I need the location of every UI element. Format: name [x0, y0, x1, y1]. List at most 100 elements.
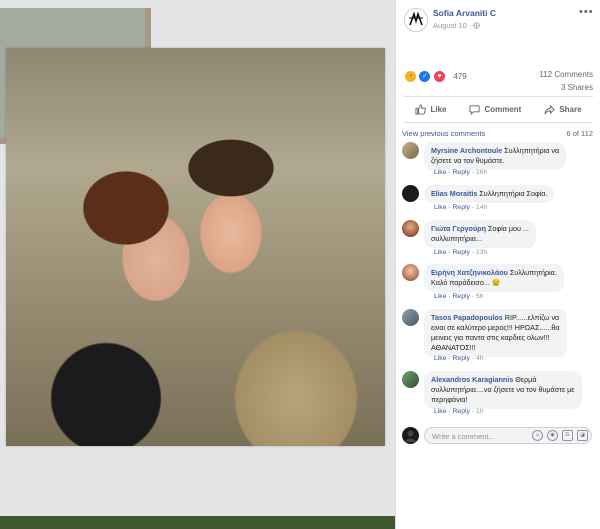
globe-icon	[473, 21, 481, 30]
commenter-avatar[interactable]	[402, 220, 419, 237]
gif-icon[interactable]: G	[562, 430, 573, 441]
like-button[interactable]: Like	[415, 103, 447, 115]
comment-like-link[interactable]: Like	[434, 293, 446, 300]
love-reaction-icon: ♥	[432, 70, 446, 84]
post-date[interactable]: August 10	[433, 21, 467, 30]
comment-text: Θερμά	[515, 375, 537, 384]
comment-text: συλλυπητήρια....να ζήσετε να τον θυμάστε…	[431, 385, 575, 394]
comment-text: Συλλυπητήρια.	[509, 268, 557, 277]
comment-item: Myrsine Archontoule Συλληπητήρια να ζήσε…	[402, 142, 594, 182]
comment-item: Γιώτα Γεργούρη Σοφία μου ... συλλυπητήρι…	[402, 220, 594, 260]
comment-time[interactable]: 4h	[476, 355, 484, 362]
share-icon	[544, 104, 556, 115]
photo-edge	[0, 516, 395, 529]
photo-print	[6, 48, 385, 446]
comment-meta: Like · Reply · 14h	[434, 204, 488, 211]
commenter-name[interactable]: Ειρήνη Χατζηνικολάου	[431, 268, 508, 277]
composer-tools: ☺ ◉ G ◪	[532, 427, 588, 444]
action-bar: Like Comment Share	[404, 98, 593, 120]
comment-text: Καλό παράδεισο... 😢	[431, 278, 501, 287]
more-icon[interactable]: •••	[579, 6, 594, 18]
sad-reaction-icon: ◔	[404, 70, 417, 84]
comment-bubble: Tasos Papadopoulos RIP......ελπίζω να ει…	[424, 309, 567, 357]
comment-text: μεινεις για παντα στις καρδιες ολων!!!	[431, 333, 550, 342]
comment-text: Συλληπητήρια να	[504, 146, 560, 155]
comment-text: περηφάνια!	[431, 395, 468, 404]
comment-bubble: Ειρήνη Χατζηνικολάου Συλλυπητήρια. Καλό …	[424, 264, 564, 292]
view-previous-comments-link[interactable]: View previous comments	[402, 129, 485, 138]
commenter-name[interactable]: Elias Moraitis	[431, 189, 477, 198]
comment-meta: Like · Reply · 5h	[434, 293, 484, 300]
comment-meta: Like · Reply · 4h	[434, 355, 484, 362]
like-reaction-icon: ✓	[418, 70, 432, 84]
author-avatar[interactable]	[404, 8, 428, 32]
comment-reply-link[interactable]: Reply	[453, 408, 470, 415]
comment-icon	[469, 104, 480, 115]
comment-reply-link[interactable]: Reply	[453, 249, 470, 256]
commenter-avatar[interactable]	[402, 185, 419, 202]
reactions-summary[interactable]: ◔ ✓ ♥ 479	[404, 68, 467, 84]
post-photo[interactable]	[0, 0, 395, 529]
commenter-avatar[interactable]	[402, 371, 419, 388]
comment-time[interactable]: 1h	[476, 408, 484, 415]
comment-label: Comment	[484, 104, 522, 114]
camera-icon[interactable]: ◉	[547, 430, 558, 441]
comment-text: ΑΘΑΝΑΤΟΣ!!!	[431, 343, 476, 352]
comment-bubble: Myrsine Archontoule Συλληπητήρια να ζήσε…	[424, 142, 567, 170]
share-label: Share	[559, 104, 582, 114]
comment-bubble: Γιώτα Γεργούρη Σοφία μου ... συλλυπητήρι…	[424, 220, 536, 248]
author-name[interactable]: Sofia Arvaniti C	[433, 8, 496, 18]
commenter-avatar[interactable]	[402, 142, 419, 159]
commenter-name[interactable]: Γιώτα Γεργούρη	[431, 224, 486, 233]
comment-like-link[interactable]: Like	[434, 408, 446, 415]
comment-meta: Like · Reply · 1h	[434, 408, 484, 415]
comment-item: Alexandros Karagiannis Θερμά συλλυπητήρι…	[402, 371, 594, 419]
comments-count[interactable]: 112 Comments	[539, 68, 593, 81]
like-label: Like	[430, 104, 447, 114]
commenter-name[interactable]: Tasos Papadopoulos	[431, 313, 503, 322]
comment-like-link[interactable]: Like	[434, 169, 446, 176]
comment-text: ζήσετε να τον θυμάστε.	[431, 156, 505, 165]
current-user-avatar	[402, 427, 419, 444]
reaction-count: 479	[453, 72, 467, 82]
sticker-icon[interactable]: ◪	[577, 430, 588, 441]
share-button[interactable]: Share	[544, 104, 582, 115]
comment-reply-link[interactable]: Reply	[453, 169, 470, 176]
post-sidebar: Sofia Arvaniti C August 10 · ••• ◔ ✓ ♥ 4…	[395, 0, 600, 529]
commenter-name[interactable]: Alexandros Karagiannis	[431, 375, 513, 384]
post-date-row: August 10 ·	[433, 21, 481, 30]
comment-item: Elias Moraitis Συλληπητήρια Σοφία. Like …	[402, 185, 594, 215]
comment-meta: Like · Reply · 16h	[434, 169, 488, 176]
comment-time[interactable]: 16h	[476, 169, 487, 176]
comment-item: Ειρήνη Χατζηνικολάου Συλλυπητήρια. Καλό …	[402, 264, 594, 306]
engagement-counts: 112 Comments 3 Shares	[539, 68, 593, 94]
comment-reply-link[interactable]: Reply	[453, 204, 470, 211]
comment-reply-link[interactable]: Reply	[453, 355, 470, 362]
comment-item: Tasos Papadopoulos RIP......ελπίζω να ει…	[402, 309, 594, 367]
comment-like-link[interactable]: Like	[434, 204, 446, 211]
comment-button[interactable]: Comment	[469, 104, 521, 115]
comment-reply-link[interactable]: Reply	[453, 293, 470, 300]
comment-time[interactable]: 14h	[476, 204, 487, 211]
like-icon	[415, 103, 427, 115]
comment-text: RIP......ελπίζω να	[504, 313, 560, 322]
comment-time[interactable]: 13h	[476, 249, 487, 256]
comment-text: Συλληπητήρια Σοφία.	[479, 189, 548, 198]
commenter-name[interactable]: Myrsine Archontoule	[431, 146, 502, 155]
divider	[404, 96, 593, 97]
comment-bubble: Elias Moraitis Συλληπητήρια Σοφία.	[424, 185, 555, 203]
commenter-avatar[interactable]	[402, 264, 419, 281]
comment-text: Σοφία μου ...	[487, 224, 529, 233]
comment-time[interactable]: 5h	[476, 293, 484, 300]
post-header: Sofia Arvaniti C August 10 · •••	[396, 0, 600, 40]
comment-like-link[interactable]: Like	[434, 249, 446, 256]
comment-bubble: Alexandros Karagiannis Θερμά συλλυπητήρι…	[424, 371, 582, 409]
shares-count[interactable]: 3 Shares	[539, 81, 593, 94]
comment-composer: Write a comment... ☺ ◉ G ◪	[402, 427, 594, 447]
commenter-avatar[interactable]	[402, 309, 419, 326]
comment-like-link[interactable]: Like	[434, 355, 446, 362]
comment-text: ειναι σε καλύτερο μερος!!! ΗΡΩΑΣ......θα	[431, 323, 560, 332]
divider	[404, 122, 593, 123]
emoji-icon[interactable]: ☺	[532, 430, 543, 441]
comment-meta: Like · Reply · 13h	[434, 249, 488, 256]
